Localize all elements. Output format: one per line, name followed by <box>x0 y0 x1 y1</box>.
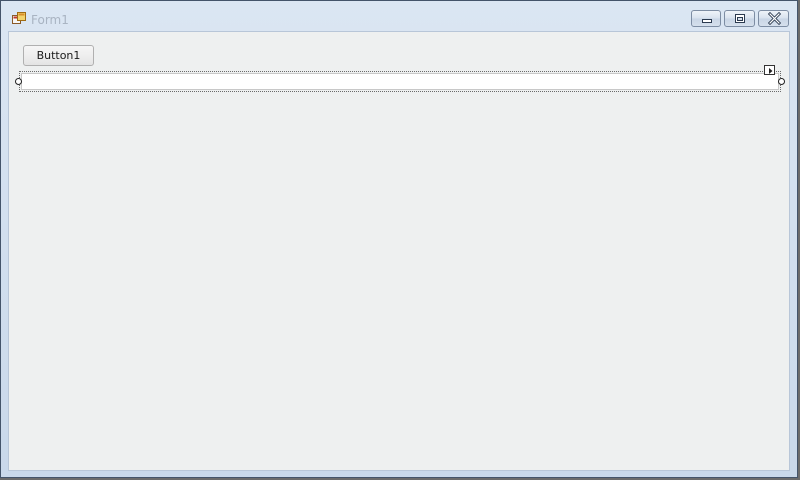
title-bar[interactable]: Form1 <box>1 1 797 33</box>
resize-handle-left[interactable] <box>15 78 22 85</box>
button1[interactable]: Button1 <box>23 45 94 66</box>
designer-form-window: Form1 Button1 <box>0 0 798 478</box>
smart-tag-arrow-icon[interactable] <box>764 65 775 75</box>
close-button[interactable] <box>758 10 789 27</box>
maximize-button[interactable] <box>724 10 755 27</box>
minimize-button[interactable] <box>691 10 721 27</box>
form-client-area[interactable]: Button1 <box>8 31 790 471</box>
textbox-selection-frame[interactable] <box>15 65 785 92</box>
form-icon <box>12 12 26 26</box>
textbox1[interactable] <box>21 73 779 90</box>
window-title: Form1 <box>31 13 69 27</box>
resize-handle-right[interactable] <box>778 78 785 85</box>
